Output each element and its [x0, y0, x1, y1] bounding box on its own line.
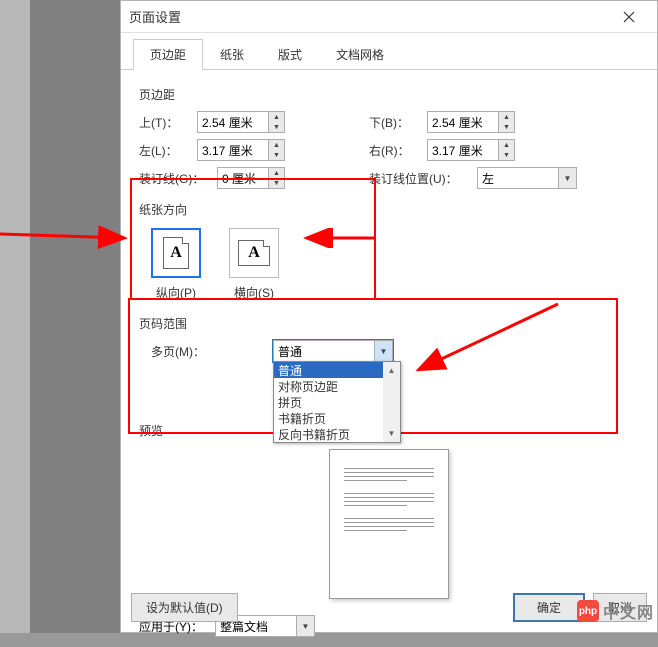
- landscape-icon: A: [229, 228, 279, 278]
- scroll-down-icon[interactable]: ▼: [383, 425, 400, 442]
- dialog-body: 页边距 上(T)： ▲▼ 下(B)： ▲▼ 左(L)：: [121, 70, 657, 647]
- margin-left-label: 左(L)：: [139, 142, 197, 159]
- pages-group-label: 页码范围: [139, 315, 639, 332]
- watermark-icon: php: [577, 600, 599, 622]
- close-icon: [623, 11, 635, 23]
- margin-top-input[interactable]: [198, 112, 268, 132]
- margin-left-spinner[interactable]: ▲▼: [197, 139, 285, 161]
- margin-bottom-label: 下(B)：: [369, 114, 427, 131]
- spin-down-icon[interactable]: ▼: [269, 150, 284, 160]
- portrait-label: 纵向(P): [156, 284, 196, 301]
- watermark-text: 中文网: [603, 599, 654, 623]
- dialog-footer: 设为默认值(D) 确定 取消: [131, 593, 647, 622]
- spin-down-icon[interactable]: ▼: [499, 122, 514, 132]
- multipage-input[interactable]: [274, 341, 374, 361]
- margin-right-input[interactable]: [428, 140, 498, 160]
- set-default-button[interactable]: 设为默认值(D): [131, 593, 238, 622]
- margin-bottom-input[interactable]: [428, 112, 498, 132]
- titlebar: 页面设置: [121, 1, 657, 33]
- spin-up-icon[interactable]: ▲: [499, 140, 514, 150]
- gutter-label: 装订线(G)：: [139, 170, 217, 187]
- orientation-landscape[interactable]: A 横向(S): [229, 228, 279, 301]
- gutter-pos-label: 装订线位置(U)：: [369, 170, 477, 187]
- dropdown-option[interactable]: 对称页边距: [274, 378, 400, 394]
- dropdown-scrollbar[interactable]: ▲ ▼: [383, 362, 400, 442]
- multipage-label: 多页(M)：: [151, 343, 221, 360]
- spin-down-icon[interactable]: ▼: [269, 122, 284, 132]
- window-title: 页面设置: [129, 7, 609, 26]
- dropdown-option[interactable]: 拼页: [274, 394, 400, 410]
- landscape-label: 横向(S): [234, 284, 274, 301]
- margin-top-spinner[interactable]: ▲▼: [197, 111, 285, 133]
- scroll-up-icon[interactable]: ▲: [383, 362, 400, 379]
- app-background-strip: [0, 0, 120, 633]
- dropdown-option[interactable]: 书籍折页: [274, 410, 400, 426]
- spin-down-icon[interactable]: ▼: [499, 150, 514, 160]
- margin-bottom-spinner[interactable]: ▲▼: [427, 111, 515, 133]
- preview-thumbnail: [329, 449, 449, 599]
- page-setup-dialog: 页面设置 页边距 纸张 版式 文档网格 页边距 上(T)： ▲▼ 下(B)：: [120, 0, 658, 633]
- margin-right-label: 右(R)：: [369, 142, 427, 159]
- watermark: php 中文网: [577, 599, 654, 623]
- orientation-options: A 纵向(P) A 横向(S): [151, 228, 639, 301]
- tab-grid[interactable]: 文档网格: [319, 39, 401, 69]
- close-button[interactable]: [609, 3, 649, 31]
- chevron-down-icon[interactable]: ▼: [374, 341, 392, 361]
- tabs: 页边距 纸张 版式 文档网格: [121, 33, 657, 70]
- tab-layout[interactable]: 版式: [261, 39, 319, 69]
- gutter-pos-input[interactable]: [478, 168, 558, 188]
- scroll-track[interactable]: [383, 379, 400, 425]
- dropdown-option[interactable]: 反向书籍折页: [274, 426, 400, 442]
- multipage-dropdown: 普通 对称页边距 拼页 书籍折页 反向书籍折页 ▲ ▼: [273, 361, 401, 443]
- spin-up-icon[interactable]: ▲: [269, 112, 284, 122]
- gutter-spinner[interactable]: ▲▼: [217, 167, 285, 189]
- orientation-portrait[interactable]: A 纵向(P): [151, 228, 201, 301]
- spin-down-icon[interactable]: ▼: [269, 178, 284, 188]
- margin-right-spinner[interactable]: ▲▼: [427, 139, 515, 161]
- portrait-icon: A: [151, 228, 201, 278]
- spin-up-icon[interactable]: ▲: [269, 168, 284, 178]
- margin-top-label: 上(T)：: [139, 114, 197, 131]
- gutter-pos-combo[interactable]: ▼: [477, 167, 577, 189]
- tab-margins[interactable]: 页边距: [133, 39, 203, 70]
- ok-button[interactable]: 确定: [513, 593, 585, 622]
- spin-up-icon[interactable]: ▲: [499, 112, 514, 122]
- spin-up-icon[interactable]: ▲: [269, 140, 284, 150]
- tab-paper[interactable]: 纸张: [203, 39, 261, 69]
- dropdown-option[interactable]: 普通: [274, 362, 400, 378]
- gutter-input[interactable]: [218, 168, 268, 188]
- multipage-combo[interactable]: ▼: [273, 340, 393, 362]
- chevron-down-icon[interactable]: ▼: [558, 168, 576, 188]
- margins-group-label: 页边距: [139, 86, 639, 103]
- orientation-group-label: 纸张方向: [139, 201, 639, 218]
- margin-left-input[interactable]: [198, 140, 268, 160]
